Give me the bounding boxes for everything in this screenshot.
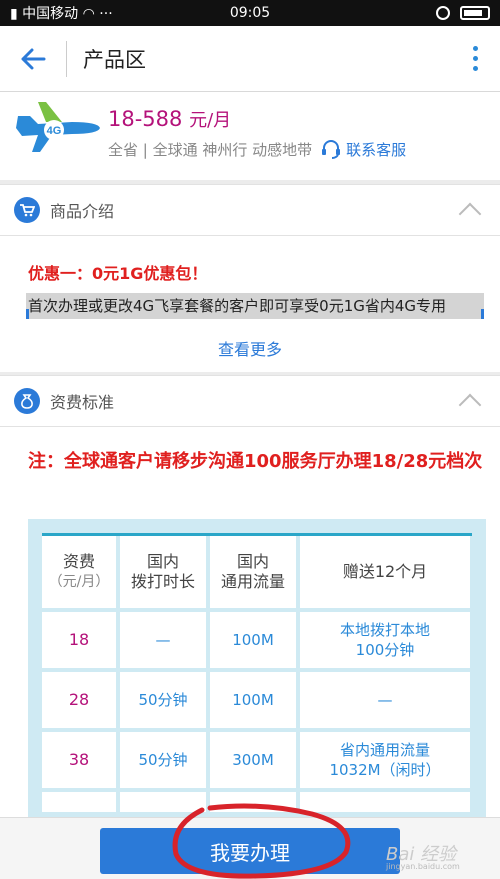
section-intro-header[interactable]: 商品介绍 (0, 184, 500, 236)
row-fee: 28 (42, 672, 116, 728)
more-dot-icon (472, 46, 478, 51)
more-dot-icon (472, 66, 478, 71)
row-data: 100M (210, 612, 296, 668)
apply-button[interactable]: 我要办理 (100, 828, 400, 874)
row-calls: 50分钟 (120, 732, 206, 788)
section-fee-header[interactable]: 资费标准 (0, 375, 500, 427)
row-bonus: 省内通用流量 1032M（闲时） (300, 732, 470, 788)
header-calls: 国内 拨打时长 (120, 536, 206, 608)
section-fee-title: 资费标准 (50, 393, 115, 412)
table-row: 18 — 100M 本地拨打本地 100分钟 (42, 612, 470, 668)
back-button[interactable] (0, 26, 66, 92)
cart-icon (14, 197, 40, 223)
price-range: 18-588 元/月 (108, 107, 232, 131)
table-header-row: 资费 （元/月） 国内 拨打时长 国内 通用流量 赠送12个月 (42, 536, 470, 608)
fee-table: 资费 （元/月） 国内 拨打时长 国内 通用流量 赠送12个月 18 — 100M 本… (28, 519, 486, 829)
row-data: 300M (210, 732, 296, 788)
row-bonus: 本地拨打本地 100分钟 (300, 612, 470, 668)
row-calls: 50分钟 (120, 672, 206, 728)
fee-note: 注：全球通客户请移步沟通100服务厅办理18/28元档次 (28, 451, 483, 472)
row-bonus: — (300, 672, 470, 728)
header-fee: 资费 （元/月） (42, 536, 116, 608)
wifi-icon: ◠ (82, 6, 95, 22)
row-fee: 38 (42, 732, 116, 788)
chevron-up-icon (458, 202, 482, 226)
table-row: 28 50分钟 100M — (42, 672, 470, 728)
money-bag-icon (14, 388, 40, 414)
header-data: 国内 通用流量 (210, 536, 296, 608)
section-intro-title: 商品介绍 (50, 202, 115, 221)
more-dot-icon (472, 56, 478, 61)
chevron-up-icon (458, 393, 482, 417)
row-calls: — (120, 612, 206, 668)
fee-standard: 注：全球通客户请移步沟通100服务厅办理18/28元档次 资费 （元/月） 国内拨… (0, 427, 500, 829)
header-bonus: 赠送12个月 (300, 536, 470, 608)
alarm-icon (436, 6, 450, 20)
product-intro: 优惠一：0元1G优惠包！ 首次办理或更改4G飞享套餐的客户即可享受0元1G省内4… (0, 236, 500, 372)
carrier-label: ▮ 中国移动 ◠ ··· (10, 6, 113, 22)
promo-description: 首次办理或更改4G飞享套餐的客户即可享受0元1G省内4G专用 (26, 293, 484, 319)
contact-service-link[interactable]: 联系客服 (320, 138, 406, 160)
status-bar: ▮ 中国移动 ◠ ··· 09:05 (0, 0, 500, 26)
row-fee: 18 (42, 612, 116, 668)
baidu-watermark: Bai 经验 jingyan.baidu.com (386, 844, 460, 871)
plane-logo-icon: 4G (16, 102, 100, 152)
product-summary: 4G 18-588 元/月 全省 | 全球通 神州行 动感地带 联系客服 (0, 92, 500, 180)
more-menu-button[interactable] (450, 46, 500, 71)
promo-title: 优惠一：0元1G优惠包！ (28, 264, 208, 283)
nav-bar: 产品区 (0, 26, 500, 92)
product-tags: 全省 | 全球通 神州行 动感地带 联系客服 (108, 138, 406, 160)
battery-icon (460, 6, 490, 20)
headset-icon (322, 140, 341, 159)
badge-text: 4G (47, 125, 62, 137)
signal-icon: ▮ (10, 6, 18, 22)
row-data: 100M (210, 672, 296, 728)
table-row: 38 50分钟 300M 省内通用流量 1032M（闲时） (42, 732, 470, 788)
view-more-link[interactable]: 查看更多 (0, 336, 500, 360)
table-row-partial (42, 792, 470, 812)
page-title: 产品区 (83, 47, 146, 72)
arrow-left-icon (21, 48, 46, 69)
